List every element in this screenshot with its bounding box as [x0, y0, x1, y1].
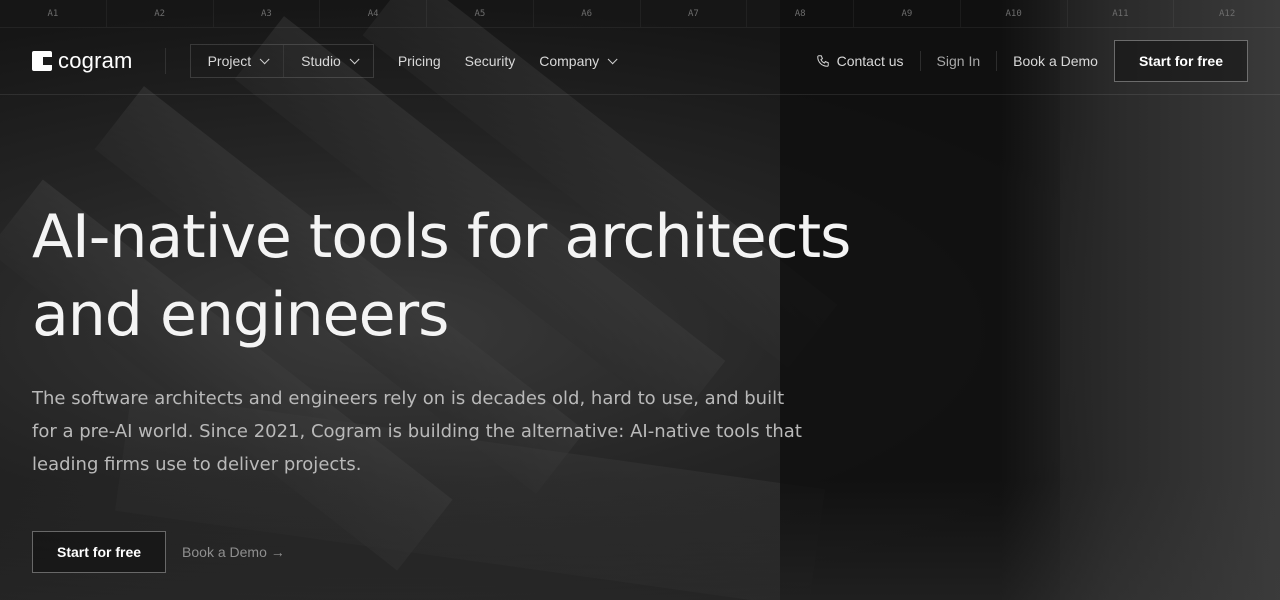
start-for-free-button[interactable]: Start for free — [1113, 40, 1248, 82]
hero-section: AI-native tools for architects and engin… — [32, 198, 932, 573]
cogram-logo-link[interactable]: cogram — [32, 48, 133, 74]
nav-studio-label: Studio — [301, 53, 341, 69]
hero-start-for-free-button[interactable]: Start for free — [32, 531, 167, 573]
nav-links: Pricing Security Company — [398, 53, 618, 69]
ruler-cell: A7 — [641, 0, 748, 27]
nav-right-actions: Contact us Sign In Book a Demo Start for… — [816, 28, 1280, 94]
nav-project-label-wrap: Project — [207, 53, 270, 69]
phone-icon — [816, 55, 829, 67]
nav-project-label: Project — [207, 53, 252, 69]
contact-us-link[interactable]: Contact us — [816, 53, 904, 69]
ruler-cell: A1 — [0, 0, 107, 27]
contact-us-label: Contact us — [836, 53, 904, 69]
nav-link-security[interactable]: Security — [465, 53, 516, 69]
ruler-cell: A4 — [320, 0, 427, 27]
hero-cta-row: Start for free Book a Demo → — [32, 531, 932, 573]
chevron-down-icon — [607, 53, 618, 64]
nav-link-pricing[interactable]: Pricing — [398, 53, 441, 69]
hero-title-line-1: AI-native tools for architects — [32, 202, 851, 272]
ruler-cell: A10 — [961, 0, 1068, 27]
hero-title: AI-native tools for architects and engin… — [32, 198, 932, 354]
ruler-cell: A11 — [1068, 0, 1175, 27]
nav-separator — [919, 51, 921, 71]
nav-item-project[interactable]: Project — [191, 45, 284, 77]
hero-book-demo-link[interactable]: Book a Demo → — [182, 544, 285, 560]
ruler-cell: A9 — [854, 0, 961, 27]
chevron-down-icon — [349, 53, 360, 64]
hero-description: The software architects and engineers re… — [32, 388, 802, 475]
nav-divider — [164, 48, 166, 74]
ruler-cell: A3 — [214, 0, 321, 27]
ruler-cell: A6 — [534, 0, 641, 27]
ruler-cell: A2 — [107, 0, 214, 27]
ruler-cell: A12 — [1218, 9, 1236, 19]
hero-title-line-2: and engineers — [32, 280, 449, 350]
nav-studio-label-wrap: Studio — [301, 53, 360, 69]
logo-text: cogram — [58, 48, 133, 73]
cogram-logo-icon — [32, 51, 52, 71]
ruler-cell: A8 — [747, 0, 854, 27]
chevron-down-icon — [259, 53, 270, 64]
top-navigation: cogram Project Studio Pricing Security C… — [0, 28, 1280, 95]
product-dropdown-group: Project Studio — [189, 44, 374, 78]
nav-link-company[interactable]: Company — [539, 53, 618, 69]
ruler-cell: A5 — [427, 0, 534, 27]
sign-in-link[interactable]: Sign In — [937, 53, 981, 69]
grid-ruler: A1 A2 A3 A4 A5 A6 A7 A8 A9 A10 A11 A12 — [0, 0, 1280, 28]
nav-separator — [996, 51, 998, 71]
book-demo-link[interactable]: Book a Demo — [1013, 53, 1098, 69]
nav-company-label: Company — [539, 53, 600, 69]
nav-item-studio[interactable]: Studio — [283, 45, 373, 77]
